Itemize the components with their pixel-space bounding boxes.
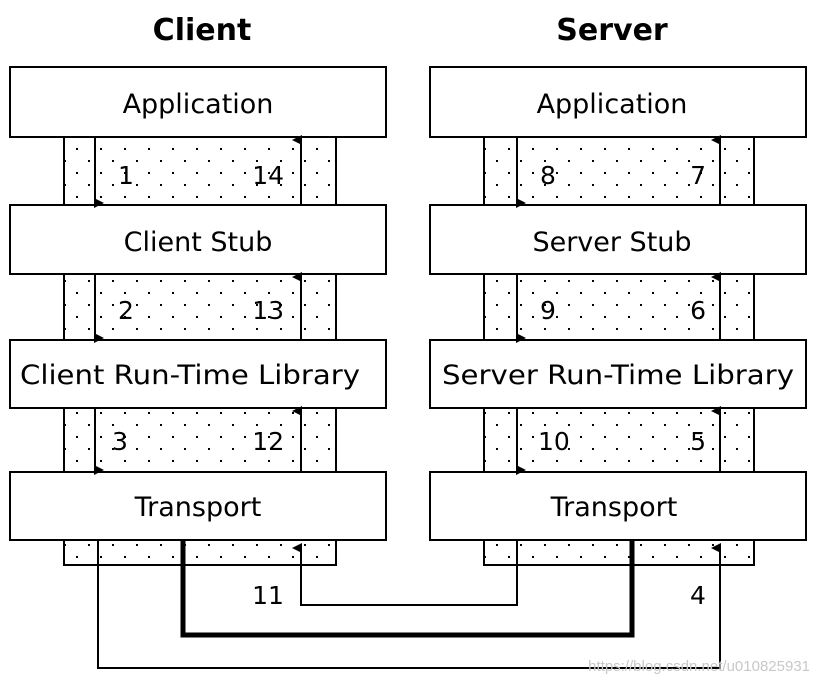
client-layer-runtime: Client Run-Time Library (9, 339, 387, 409)
server-layer-transport: Transport (429, 471, 807, 541)
server-layer-stub: Server Stub (429, 204, 807, 275)
step-label-to-server: 4 (690, 581, 706, 610)
step-label: 8 (540, 161, 556, 190)
client-layer-application: Application (9, 66, 387, 138)
client-layer-transport: Transport (9, 471, 387, 541)
svg-text:Client Run-Time Library: Client Run-Time Library (20, 360, 360, 391)
step-label-to-client: 11 (252, 581, 284, 610)
step-label: 13 (252, 296, 284, 325)
step-label: 7 (690, 161, 706, 190)
step-label: 10 (538, 427, 570, 456)
svg-text:Server Run-Time Library: Server Run-Time Library (442, 360, 794, 391)
server-layer-application: Application (429, 66, 807, 138)
step-label: 9 (540, 296, 556, 325)
step-label: 1 (118, 161, 134, 190)
watermark: https://blog.csdn.net/u010825931 (588, 658, 810, 675)
svg-text:Application: Application (123, 89, 274, 120)
svg-text:Application: Application (537, 89, 688, 120)
client-layer-stub: Client Stub (9, 204, 387, 275)
step-label: 6 (690, 296, 706, 325)
step-label: 2 (118, 296, 134, 325)
step-label: 5 (690, 427, 706, 456)
step-label: 14 (252, 161, 284, 190)
svg-text:Server Stub: Server Stub (532, 227, 691, 258)
step-label: 3 (112, 427, 128, 456)
svg-text:Transport: Transport (134, 492, 262, 523)
server-title: Server (556, 13, 668, 48)
step-label: 12 (252, 427, 284, 456)
server-layer-runtime: Server Run-Time Library (429, 339, 807, 409)
svg-text:Client Stub: Client Stub (124, 227, 273, 258)
svg-text:Transport: Transport (550, 492, 678, 523)
client-title: Client (153, 13, 252, 48)
rpc-diagram: Client Server Application Client Stub Cl… (9, 13, 810, 675)
